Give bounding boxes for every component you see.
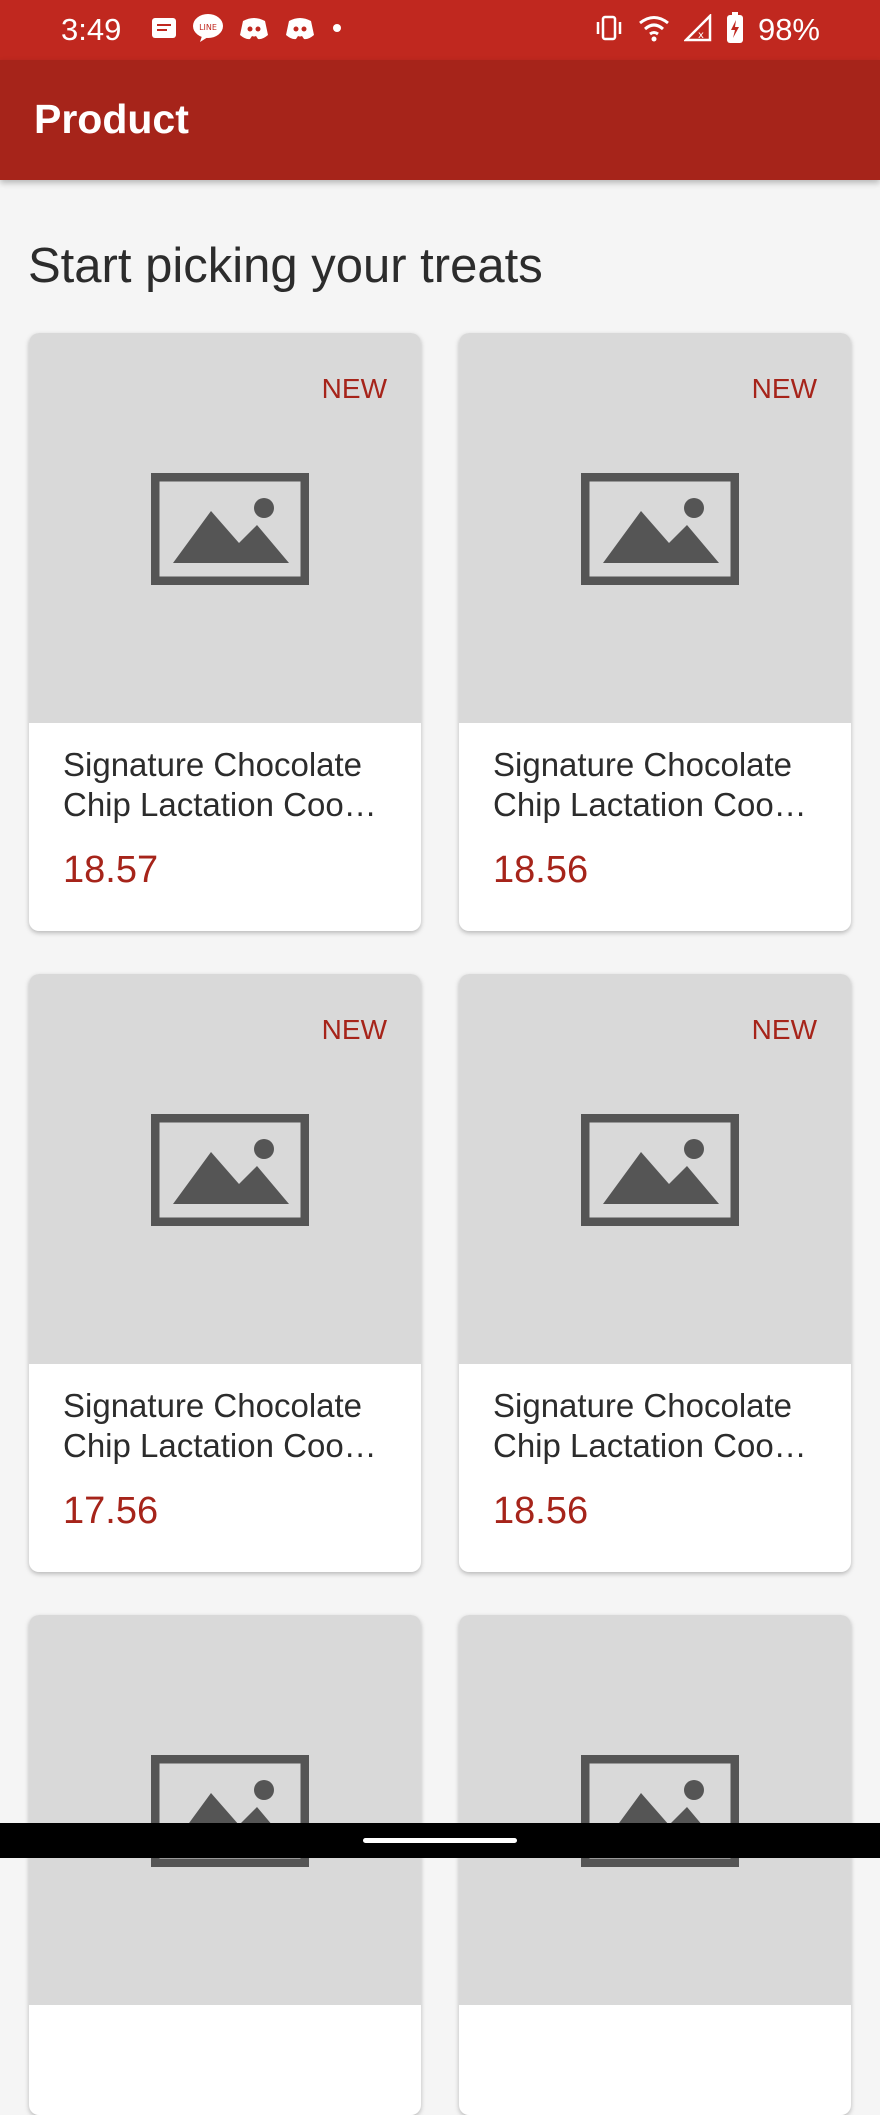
product-card[interactable]: NEW Signature Chocolate Chip Lactation C… (29, 333, 421, 931)
home-gesture-handle[interactable] (363, 1838, 517, 1843)
product-title: Signature Chocolate Chip Lactation Coo… (63, 1387, 377, 1464)
product-title: Signature Chocolate Chip Lactation Coo… (493, 1387, 807, 1464)
product-card[interactable] (459, 1615, 851, 2115)
page-title: Product (34, 96, 189, 142)
new-badge: NEW (321, 1014, 387, 1045)
svg-text:LINE: LINE (199, 23, 217, 32)
section-heading: Start picking your treats (28, 239, 543, 293)
battery-charging-icon (726, 11, 744, 49)
product-image: NEW (459, 333, 851, 723)
app-bar: Product (0, 60, 880, 180)
discord-icon (284, 15, 316, 46)
new-badge: NEW (751, 1014, 817, 1045)
product-image: NEW (29, 333, 421, 723)
status-bar: 3:49 LINE x 98% (0, 0, 880, 60)
product-image (29, 1615, 421, 2005)
product-card[interactable]: NEW Signature Chocolate Chip Lactation C… (29, 974, 421, 1572)
system-nav-bar (0, 1823, 880, 1858)
product-card[interactable]: NEW Signature Chocolate Chip Lactation C… (459, 333, 851, 931)
battery-percent: 98% (757, 12, 820, 47)
product-card[interactable]: NEW Signature Chocolate Chip Lactation C… (459, 974, 851, 1572)
wifi-icon (638, 14, 670, 47)
image-placeholder-icon (151, 473, 309, 585)
product-price: 17.56 (63, 1490, 159, 1532)
product-image: NEW (29, 974, 421, 1364)
new-badge: NEW (751, 373, 817, 404)
notification-icons: LINE (150, 13, 344, 48)
product-image (459, 1615, 851, 2005)
status-time: 3:49 (61, 12, 122, 47)
signal-icon: x (682, 12, 712, 47)
image-placeholder-icon (581, 473, 739, 585)
discord-icon (238, 15, 270, 46)
product-title: Signature Chocolate Chip Lactation Coo… (63, 746, 377, 823)
product-price: 18.56 (493, 849, 589, 891)
svg-text:x: x (698, 30, 704, 41)
image-placeholder-icon (151, 1114, 309, 1226)
image-placeholder-icon (581, 1114, 739, 1226)
product-card[interactable] (29, 1615, 421, 2115)
message-icon (150, 16, 178, 45)
product-price: 18.57 (63, 849, 159, 891)
vibrate-icon (594, 14, 624, 47)
product-image: NEW (459, 974, 851, 1364)
line-icon: LINE (192, 13, 224, 48)
system-icons: x 98% (594, 11, 820, 49)
new-badge: NEW (321, 373, 387, 404)
product-title: Signature Chocolate Chip Lactation Coo… (493, 746, 807, 823)
dot-icon (330, 21, 344, 40)
product-price: 18.56 (493, 1490, 589, 1532)
